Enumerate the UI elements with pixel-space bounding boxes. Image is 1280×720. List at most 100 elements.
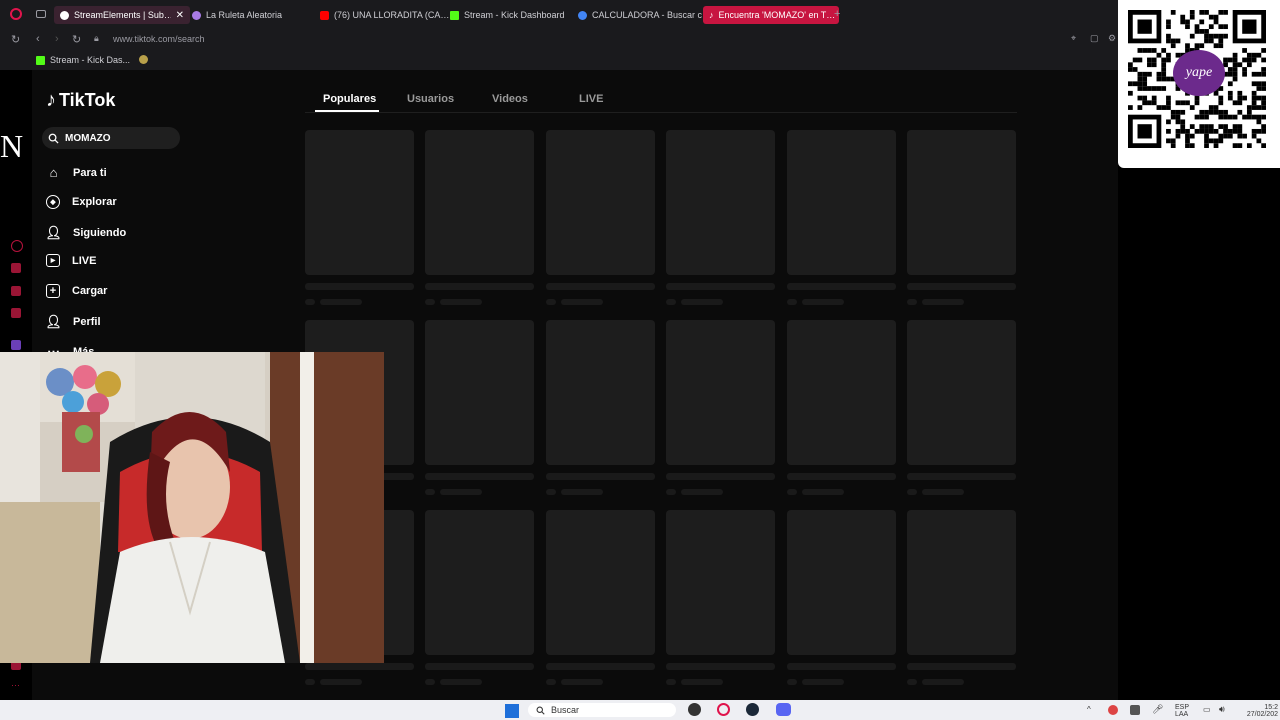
- video-card-skeleton[interactable]: [546, 130, 655, 275]
- avatar-skeleton: [425, 489, 435, 495]
- network-icon[interactable]: ▭: [1203, 705, 1211, 714]
- nav-perfil[interactable]: 👤︎ Perfil: [45, 314, 100, 329]
- tab-menu-icon[interactable]: [36, 10, 46, 18]
- language-indicator[interactable]: ESP LAA: [1175, 704, 1189, 718]
- yape-qr-code: yape: [1118, 0, 1280, 168]
- obs-icon[interactable]: [688, 703, 701, 716]
- tray-app-icon[interactable]: [1108, 705, 1118, 715]
- tab-label: CALCULADORA - Buscar c…: [592, 10, 708, 20]
- search-tabs: Populares Usuarios Videos LIVE: [305, 88, 1017, 113]
- nav-explorar[interactable]: ◆ Explorar: [46, 195, 117, 209]
- home-icon: ⌂: [49, 165, 58, 180]
- microphone-icon[interactable]: 🎤︎: [1152, 704, 1163, 715]
- following-icon: 👤︎: [45, 224, 62, 240]
- nav-label: Siguiendo: [73, 226, 127, 239]
- tab-videos[interactable]: Videos: [492, 93, 528, 105]
- search-icon: [536, 706, 545, 715]
- sidebar-app-icon[interactable]: [11, 308, 21, 318]
- more-icon[interactable]: ···: [11, 680, 20, 690]
- snapshot-icon[interactable]: ▢: [1090, 33, 1099, 44]
- volume-icon[interactable]: 🔊︎: [1219, 704, 1225, 715]
- caption-skeleton: [305, 663, 414, 670]
- browser-tab-ruleta[interactable]: La Ruleta Aleatoria: [186, 6, 318, 24]
- forward-icon[interactable]: ›: [55, 33, 59, 45]
- avatar-skeleton: [546, 299, 556, 305]
- video-card-skeleton[interactable]: [546, 320, 655, 465]
- avatar-skeleton: [666, 679, 676, 685]
- nav-live[interactable]: ▶ LIVE: [46, 254, 96, 267]
- lock-icon: 🔒︎: [94, 33, 99, 43]
- kick-favicon-icon: [36, 55, 45, 65]
- nav-label: Cargar: [72, 285, 108, 297]
- nav-siguiendo[interactable]: 👤︎ Siguiendo: [45, 224, 127, 240]
- video-card-skeleton[interactable]: [907, 320, 1016, 465]
- overlay-letter: N: [0, 128, 24, 164]
- video-card-skeleton[interactable]: [907, 130, 1016, 275]
- browser-tab-streamelements[interactable]: StreamElements | Sub… ✕: [54, 6, 190, 24]
- tiktok-logo[interactable]: ♪ TikTok: [46, 89, 115, 112]
- tab-populares[interactable]: Populares: [323, 93, 376, 105]
- browser-tab-youtube[interactable]: (76) UNA LLORADITA (CA…: [314, 6, 450, 24]
- live-icon: ▶: [46, 254, 60, 267]
- windows-start-icon[interactable]: [505, 704, 519, 718]
- video-card-skeleton[interactable]: [425, 130, 534, 275]
- opera-taskbar-icon[interactable]: [717, 703, 730, 716]
- steam-icon[interactable]: [746, 703, 759, 716]
- webcam-feed: [0, 352, 384, 663]
- twitch-icon[interactable]: [11, 340, 21, 350]
- extension-icon[interactable]: ⚙: [1108, 33, 1116, 44]
- bookmarks-bar: Stream - Kick Das...: [0, 50, 1280, 70]
- caption-skeleton: [666, 473, 775, 480]
- close-tab-icon[interactable]: ✕: [176, 10, 184, 21]
- nav-label: Explorar: [72, 196, 117, 208]
- caption-skeleton: [787, 663, 896, 670]
- video-card-skeleton[interactable]: [787, 130, 896, 275]
- clock[interactable]: 15:2 27/02/202: [1238, 704, 1278, 718]
- tab-live[interactable]: LIVE: [579, 93, 603, 105]
- avatar-skeleton: [787, 299, 797, 305]
- url-field[interactable]: www.tiktok.com/search: [113, 34, 205, 44]
- video-card-skeleton[interactable]: [666, 130, 775, 275]
- discord-icon[interactable]: [776, 703, 791, 716]
- sidebar-app-icon[interactable]: [11, 240, 23, 252]
- browser-tab-tiktok[interactable]: ♪ Encuentra 'MOMAZO' en T…: [703, 6, 839, 24]
- windows-taskbar: Buscar ^ 🎤︎ ESP LAA ▭ 🔊︎ 15:2 27/02/202: [0, 700, 1280, 720]
- tab-label: StreamElements | Sub…: [74, 10, 171, 20]
- taskbar-search[interactable]: Buscar: [528, 703, 676, 717]
- pin-icon[interactable]: ⌖: [1071, 33, 1076, 44]
- youtube-favicon-icon: [320, 10, 329, 20]
- tray-chevron-icon[interactable]: ^: [1087, 705, 1091, 714]
- sidebar-app-icon[interactable]: [11, 263, 21, 273]
- new-tab-icon[interactable]: +: [834, 8, 840, 20]
- caption-skeleton: [787, 283, 896, 290]
- video-card-skeleton[interactable]: [666, 510, 775, 655]
- video-card-skeleton[interactable]: [907, 510, 1016, 655]
- nav-para-ti[interactable]: ⌂ Para ti: [46, 165, 107, 180]
- video-card-skeleton[interactable]: [787, 320, 896, 465]
- browser-tab-kick[interactable]: Stream - Kick Dashboard: [444, 6, 580, 24]
- author-skeleton: [802, 489, 844, 495]
- yape-logo-text: yape: [1185, 65, 1213, 80]
- avatar-skeleton: [305, 679, 315, 685]
- bookmark-emoji-icon[interactable]: [139, 55, 148, 64]
- video-card-skeleton[interactable]: [666, 320, 775, 465]
- bookmark-kick[interactable]: Stream - Kick Das...: [36, 55, 130, 65]
- author-skeleton: [802, 299, 844, 305]
- lang-label: ESP: [1175, 704, 1190, 711]
- back-icon[interactable]: ‹: [36, 33, 40, 45]
- upload-icon: +: [46, 284, 60, 298]
- video-card-skeleton[interactable]: [546, 510, 655, 655]
- video-card-skeleton[interactable]: [305, 130, 414, 275]
- video-card-skeleton[interactable]: [787, 510, 896, 655]
- sidebar-app-icon[interactable]: [11, 286, 21, 296]
- author-skeleton: [561, 299, 603, 305]
- browser-tab-google[interactable]: CALCULADORA - Buscar c…: [572, 6, 708, 24]
- video-card-skeleton[interactable]: [425, 320, 534, 465]
- avatar-skeleton: [425, 679, 435, 685]
- search-input[interactable]: MOMAZO: [42, 127, 180, 149]
- reload-icon[interactable]: ↻: [72, 33, 81, 46]
- video-card-skeleton[interactable]: [425, 510, 534, 655]
- nav-cargar[interactable]: + Cargar: [46, 284, 107, 298]
- tab-usuarios[interactable]: Usuarios: [407, 93, 454, 105]
- tray-app-icon[interactable]: [1130, 705, 1140, 715]
